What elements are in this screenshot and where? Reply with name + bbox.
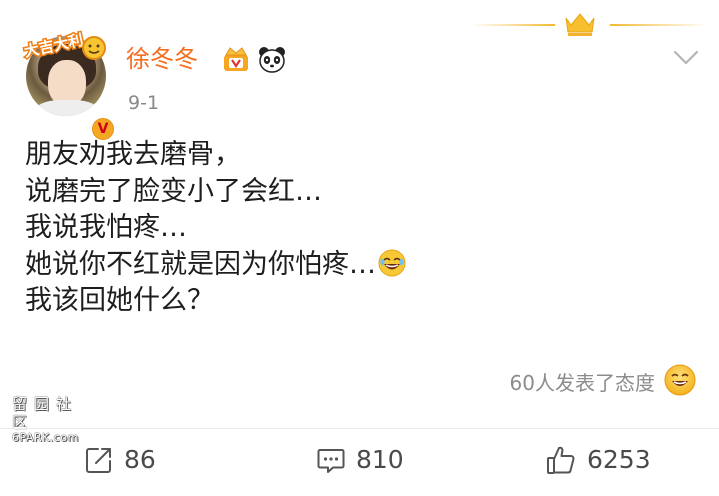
- comment-count: 810: [356, 445, 404, 474]
- content-line-with-emoji: 她说你不红就是因为你怕疼…: [25, 247, 625, 284]
- content-line-text: 她说你不红就是因为你怕疼…: [25, 248, 376, 280]
- smile-face-icon[interactable]: [664, 364, 696, 396]
- avatar-sticker-text: 大吉大利: [22, 31, 84, 61]
- like-count: 6253: [587, 445, 651, 474]
- repost-icon: [86, 448, 111, 473]
- avatar[interactable]: 大吉大利 V: [18, 28, 116, 142]
- content-line: 我该回她什么？: [25, 285, 214, 316]
- laugh-emoji-icon: [378, 249, 406, 276]
- avatar-sticker-icon: 大吉大利: [21, 29, 106, 62]
- content-line: 说磨完了脸变小了会红…: [25, 175, 322, 207]
- repost-button[interactable]: 86: [84, 440, 156, 480]
- crown-decoration-icon: [470, 13, 710, 36]
- reactions-summary[interactable]: 60人发表了态度: [510, 369, 655, 397]
- repost-count: 86: [124, 445, 156, 474]
- vip-crown-icon[interactable]: [222, 45, 250, 73]
- post-content: 朋友劝我去磨骨， 说磨完了脸变小了会红… 我说我怕疼… 她说你不红就是因为你怕疼…: [25, 137, 625, 320]
- divider: [0, 428, 719, 429]
- content-line: 我说我怕疼…: [25, 212, 187, 243]
- weibo-post: 大吉大利 V 徐冬冬 9-1 朋友劝我去磨骨， 说磨完了脸变小了会红… 我说我怕…: [0, 0, 719, 496]
- watermark-top: 留园社区: [12, 395, 79, 431]
- thumbs-up-icon: [547, 446, 575, 474]
- comment-button[interactable]: 810: [316, 440, 404, 480]
- panda-icon[interactable]: [258, 45, 286, 73]
- watermark: 留园社区 6PARK.com: [12, 395, 98, 444]
- like-button[interactable]: 6253: [545, 440, 651, 480]
- content-line: 朋友劝我去磨骨，: [25, 139, 241, 170]
- post-date: 9-1: [128, 92, 160, 114]
- chevron-down-icon[interactable]: [672, 46, 700, 68]
- comment-icon: [317, 449, 345, 473]
- username[interactable]: 徐冬冬: [126, 44, 198, 74]
